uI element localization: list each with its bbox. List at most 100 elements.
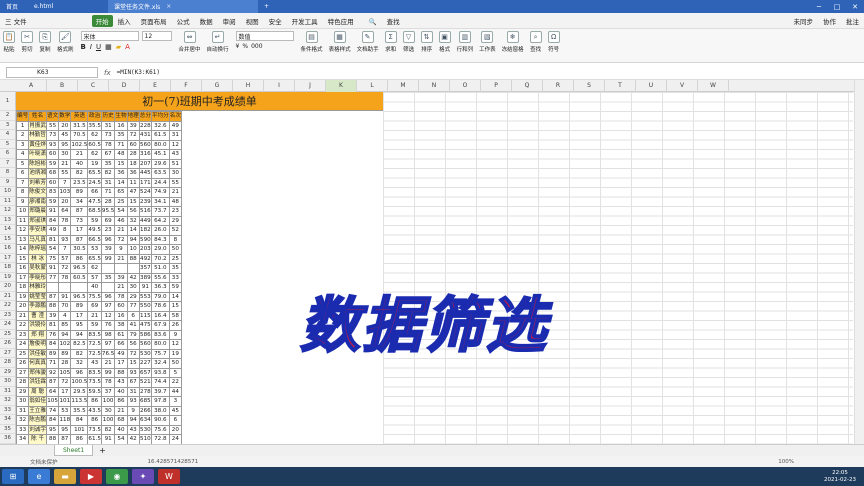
table-cell[interactable]: 56 [126, 206, 140, 217]
table-cell[interactable]: 54 [45, 244, 60, 255]
table-cell[interactable]: 45 [58, 130, 72, 141]
table-cell[interactable]: 6 [15, 168, 30, 179]
table-cell[interactable]: 5 [15, 158, 30, 169]
table-cell[interactable]: 49 [168, 120, 182, 131]
table-cell[interactable]: 685 [138, 396, 152, 407]
table-cell[interactable]: 89 [70, 301, 89, 312]
row-header[interactable]: 5 [0, 140, 15, 149]
table-cell[interactable]: 66.5 [87, 234, 102, 245]
row-header[interactable]: 17 [0, 254, 15, 263]
table-cell[interactable]: 182 [138, 225, 152, 236]
table-cell[interactable]: 28 [58, 358, 72, 369]
tab-xls[interactable]: 课堂任务文件.xls × [108, 0, 258, 13]
table-cell[interactable]: 郑璐晨 [28, 206, 47, 217]
table-cell[interactable]: 24 [15, 339, 30, 350]
font-color-icon[interactable]: A [125, 43, 130, 51]
table-cell[interactable]: 521 [138, 377, 152, 388]
italic-icon[interactable]: I [90, 43, 92, 51]
table-cell[interactable]: 78 [114, 291, 128, 302]
table-cell[interactable] [70, 282, 89, 293]
table-cell[interactable]: 11 [15, 215, 30, 226]
collab-button[interactable]: 协作 [818, 16, 841, 26]
table-cell[interactable]: 8 [58, 225, 72, 236]
header-cell[interactable]: 编号 [15, 111, 30, 122]
number-format-select[interactable]: 数值 [235, 31, 294, 41]
table-cell[interactable]: 21 [114, 282, 128, 293]
row-col-button[interactable]: ▥ 行和列 [457, 31, 473, 53]
table-cell[interactable]: 4 [15, 149, 30, 160]
table-cell[interactable]: 16.4 [150, 310, 170, 321]
table-cell[interactable]: 43 [87, 358, 102, 369]
table-cell[interactable]: 96.5 [70, 291, 89, 302]
table-cell[interactable]: 24 [168, 434, 182, 444]
table-cell[interactable]: 35.5 [70, 405, 89, 416]
table-cell[interactable]: 75 [45, 253, 60, 264]
table-cell[interactable]: 8 [168, 234, 182, 245]
bold-icon[interactable]: B [81, 43, 86, 51]
column-header[interactable]: I [264, 80, 295, 92]
table-cell[interactable]: 63.5 [150, 168, 170, 179]
table-cell[interactable]: 76 [100, 320, 116, 331]
table-cell[interactable]: 周 聪 [28, 386, 47, 397]
table-cell[interactable]: 40 [87, 282, 102, 293]
table-cell[interactable]: 74.9 [150, 187, 170, 198]
table-cell[interactable]: 516 [138, 206, 152, 217]
table-cell[interactable]: 12 [168, 139, 182, 150]
table-cell[interactable]: 28 [100, 196, 116, 207]
row-header[interactable]: 15 [0, 235, 15, 244]
table-cell[interactable]: 9 [168, 329, 182, 340]
table-cell[interactable]: 43 [168, 149, 182, 160]
table-cell[interactable]: 翁如佳 [28, 396, 47, 407]
table-cell[interactable]: 25 [15, 348, 30, 359]
table-cell[interactable]: 65.5 [87, 168, 102, 179]
table-cell[interactable]: 38.0 [150, 405, 170, 416]
table-cell[interactable]: 57 [87, 272, 102, 283]
table-cell[interactable]: 28 [15, 377, 30, 388]
table-cell[interactable]: 84 [45, 339, 60, 350]
table-cell[interactable]: 33 [168, 272, 182, 283]
table-cell[interactable]: 90.6 [150, 415, 170, 426]
table-cell[interactable]: 62 [87, 130, 102, 141]
column-header[interactable]: A [16, 80, 47, 92]
menu-search[interactable]: 🔍 查找 [359, 16, 410, 26]
table-cell[interactable]: 22 [15, 320, 30, 331]
table-cell[interactable]: 12 [100, 310, 116, 321]
table-cell[interactable]: 96 [100, 291, 116, 302]
table-cell[interactable]: 118 [58, 415, 72, 426]
column-header[interactable]: R [543, 80, 574, 92]
table-cell[interactable]: 62 [87, 263, 102, 274]
table-cell[interactable]: 524 [138, 187, 152, 198]
table-cell[interactable]: 13 [15, 234, 30, 245]
table-cell[interactable]: 95.5 [100, 206, 116, 217]
table-cell[interactable]: 77 [45, 272, 60, 283]
table-cell[interactable]: 98 [100, 329, 116, 340]
table-cell[interactable]: 3 [168, 396, 182, 407]
table-cell[interactable]: 449 [138, 215, 152, 226]
table-cell[interactable]: 586 [138, 329, 152, 340]
table-cell[interactable]: 30 [58, 149, 72, 160]
table-cell[interactable]: 68 [45, 168, 60, 179]
table-cell[interactable]: 100.5 [70, 377, 89, 388]
table-cell[interactable]: 58 [168, 310, 182, 321]
row-header[interactable]: 11 [0, 197, 15, 206]
table-cell[interactable]: 67 [100, 149, 116, 160]
merge-button[interactable]: ⇔ 合并居中 [179, 31, 201, 53]
sheet-title[interactable]: 初一(7)班期中考成绩单 [16, 92, 383, 111]
table-cell[interactable]: 94 [126, 415, 140, 426]
table-cell[interactable]: 30 [100, 405, 116, 416]
table-cell[interactable]: 17 [15, 272, 30, 283]
column-header[interactable]: G [202, 80, 233, 92]
table-cell[interactable]: 38 [114, 320, 128, 331]
table-cell[interactable]: 239 [138, 196, 152, 207]
table-cell[interactable]: 45 [168, 405, 182, 416]
table-cell[interactable]: 105 [45, 396, 60, 407]
table-cell[interactable]: 30 [126, 282, 140, 293]
underline-icon[interactable]: U [96, 43, 101, 51]
table-cell[interactable]: 53 [87, 244, 102, 255]
table-cell[interactable]: 73.5 [87, 424, 102, 435]
column-header[interactable]: B [47, 80, 78, 92]
table-cell[interactable]: 18 [15, 282, 30, 293]
table-cell[interactable]: 50 [168, 358, 182, 369]
column-header[interactable]: H [233, 80, 264, 92]
table-cell[interactable]: 78 [58, 215, 72, 226]
